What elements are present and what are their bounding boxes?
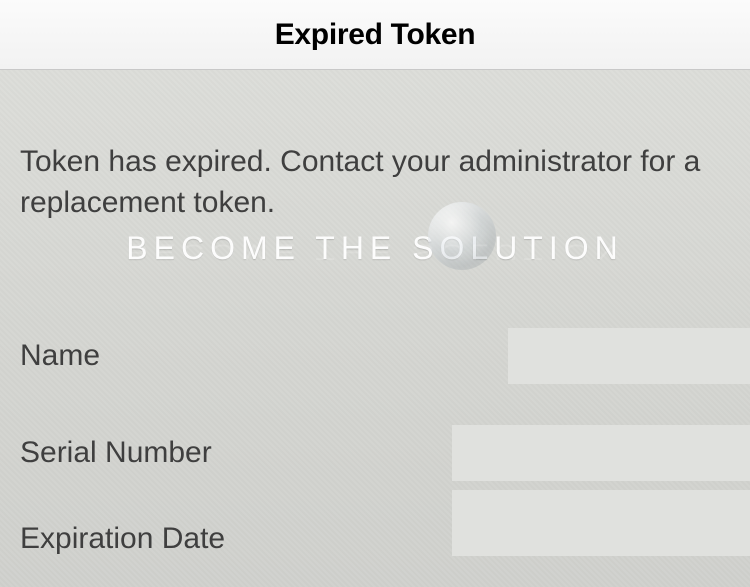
field-row-expiration: Expiration Date [20,522,750,556]
field-row-name: Name [20,328,750,384]
page-title: Expired Token [275,18,476,52]
expiration-value [452,490,750,556]
field-row-serial: Serial Number [20,425,750,481]
content-area: Token has expired. Contact your administ… [0,70,750,587]
expiration-label: Expiration Date [20,522,225,556]
watermark-text: BECOME THE SOLUTION [0,230,750,267]
name-label: Name [20,339,100,373]
expired-message: Token has expired. Contact your administ… [20,142,730,223]
header-bar: Expired Token [0,0,750,70]
name-value [508,328,750,384]
serial-label: Serial Number [20,436,212,470]
serial-value [452,425,750,481]
watermark: BECOME THE SOLUTION BECOME THE SOLUTION [0,230,750,302]
watermark-reflection: BECOME THE SOLUTION [0,239,750,265]
